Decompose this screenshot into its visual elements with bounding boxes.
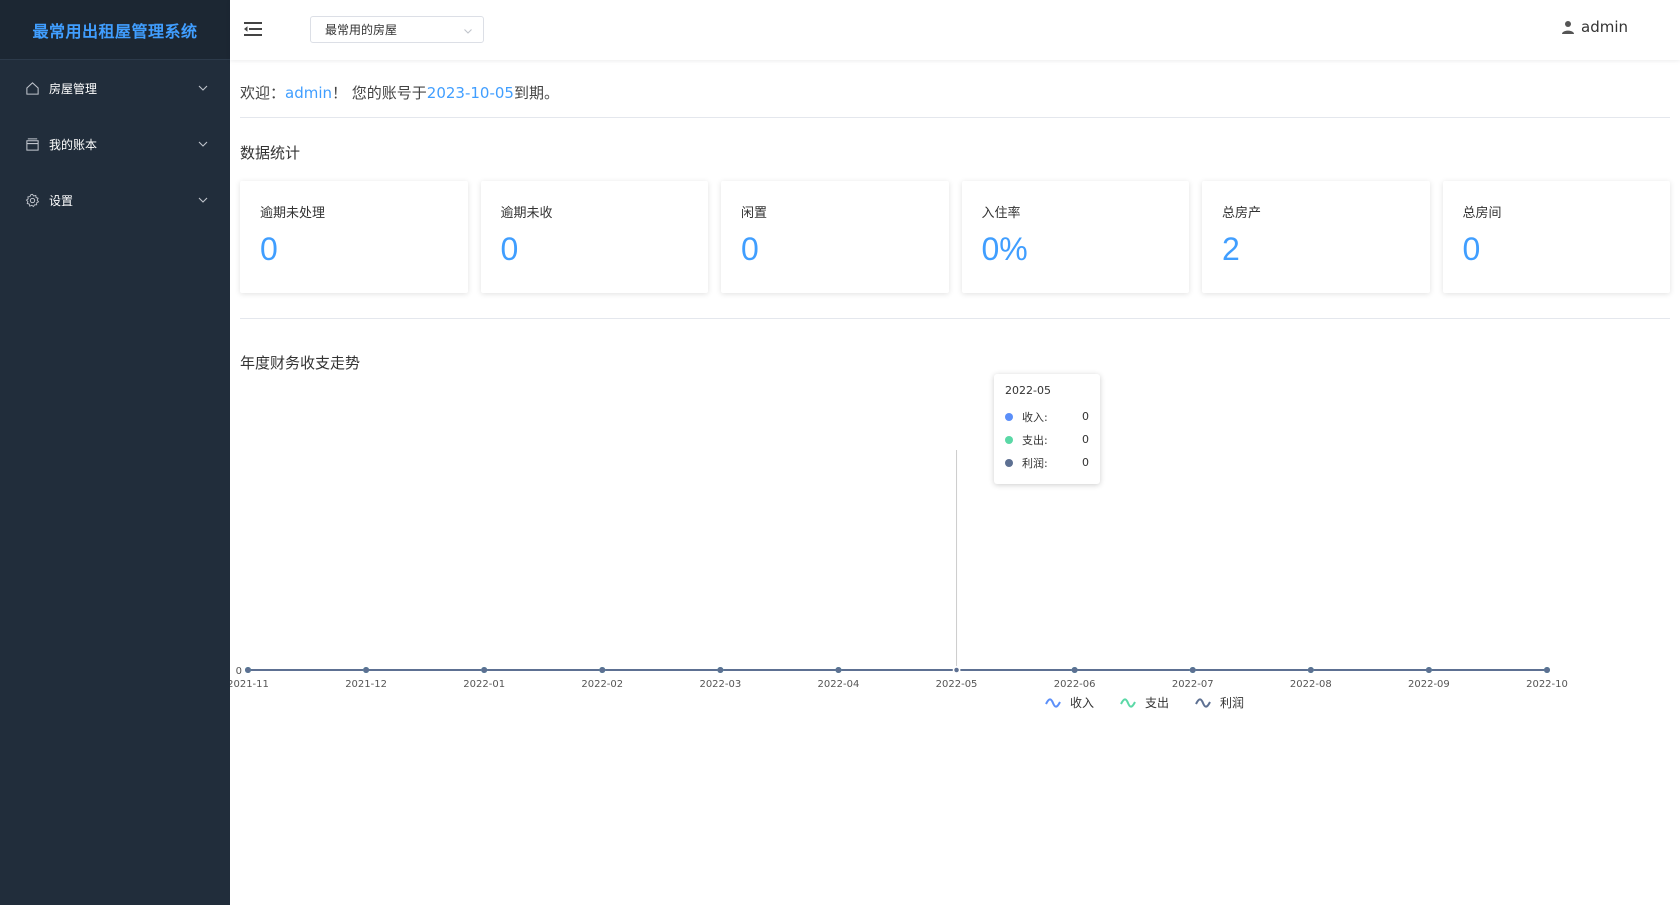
ledger-icon [24,136,40,152]
sidebar: 最常用出租屋管理系统 房屋管理 我的账本 设置 [0,0,230,905]
x-tick-label: 2022-07 [1172,679,1214,690]
tooltip-series-name: 收入: [1022,410,1048,424]
tooltip-series-name: 利润: [1022,456,1048,470]
sidebar-item-label: 设置 [49,193,74,208]
chart-legend: 收入 支出 利润 [1045,694,1244,711]
x-tick-label: 2021-12 [345,679,387,690]
menu-toggle-icon[interactable] [243,19,263,39]
x-tick-label: 2022-06 [1054,679,1096,690]
x-tick-label: 2022-05 [936,679,978,690]
house-select-value: 最常用的房屋 [325,23,398,37]
chevron-down-icon [463,25,473,35]
data-point [1071,667,1078,673]
tooltip-row: 收入: 0 [1005,405,1089,428]
legend-item-profit[interactable]: 利润 [1195,694,1244,711]
chevron-down-icon [198,139,208,149]
data-point [1425,667,1432,673]
sidebar-item-house-management[interactable]: 房屋管理 [0,60,230,116]
x-tick-label: 2022-10 [1526,679,1568,690]
main-content: 欢迎：admin！ 您的账号于2023-10-05到期。 数据统计 逾期未处理 … [230,60,1680,905]
sidebar-item-settings[interactable]: 设置 [0,172,230,228]
user-icon [1561,20,1575,34]
house-select[interactable]: 最常用的房屋 [310,16,484,43]
app-title: 最常用出租屋管理系统 [0,0,230,60]
chart-tooltip: 2022-05 收入: 0 支出: 0 利润: 0 [994,374,1100,484]
x-tick-label: 2022-03 [699,679,741,690]
data-point [245,667,251,673]
finance-trend-chart: 0 2021-11 2021-12 2022-01 2022-02 2022-03 2022… [230,450,1568,690]
tooltip-title: 2022-05 [1005,384,1051,397]
chevron-down-icon [198,195,208,205]
data-point [1544,667,1550,673]
sidebar-item-label: 房屋管理 [49,81,98,96]
tooltip-series-name: 支出: [1022,433,1048,447]
home-icon [24,80,40,96]
series-dot-icon [1005,435,1013,444]
legend-item-income[interactable]: 收入 [1045,694,1094,711]
series-dot-icon [1005,458,1013,467]
tooltip-series-value: 0 [1082,410,1089,423]
y-tick-label: 0 [236,666,242,677]
x-tick-label: 2022-09 [1408,679,1450,690]
x-tick-label: 2022-04 [818,679,860,690]
user-name: admin [1581,18,1628,36]
sidebar-item-ledger[interactable]: 我的账本 [0,116,230,172]
data-point [1307,667,1314,673]
legend-wave-icon [1195,697,1211,708]
gear-icon [24,192,40,208]
data-point [481,667,488,673]
data-point [952,666,961,674]
user-menu[interactable]: admin [1561,18,1628,36]
legend-item-expense[interactable]: 支出 [1120,694,1169,711]
tooltip-series-value: 0 [1082,456,1089,469]
tooltip-series-value: 0 [1082,433,1089,446]
data-point [599,667,606,673]
x-tick-label: 2022-01 [463,679,505,690]
tooltip-row: 利润: 0 [1005,451,1089,474]
sidebar-item-label: 我的账本 [49,137,98,152]
series-dot-icon [1005,412,1013,421]
legend-wave-icon [1045,697,1061,708]
legend-label: 利润 [1220,696,1245,710]
x-tick-label: 2021-11 [230,679,269,690]
chevron-down-icon [198,83,208,93]
x-tick-label: 2022-08 [1290,679,1332,690]
tooltip-row: 支出: 0 [1005,428,1089,451]
legend-label: 收入 [1070,696,1095,710]
top-header: 最常用的房屋 admin [230,0,1680,60]
data-point [835,667,842,673]
data-point [363,667,370,673]
x-tick-label: 2022-02 [581,679,623,690]
data-point [717,667,724,673]
legend-label: 支出 [1145,696,1170,710]
data-point [1189,667,1196,673]
legend-wave-icon [1120,697,1136,708]
